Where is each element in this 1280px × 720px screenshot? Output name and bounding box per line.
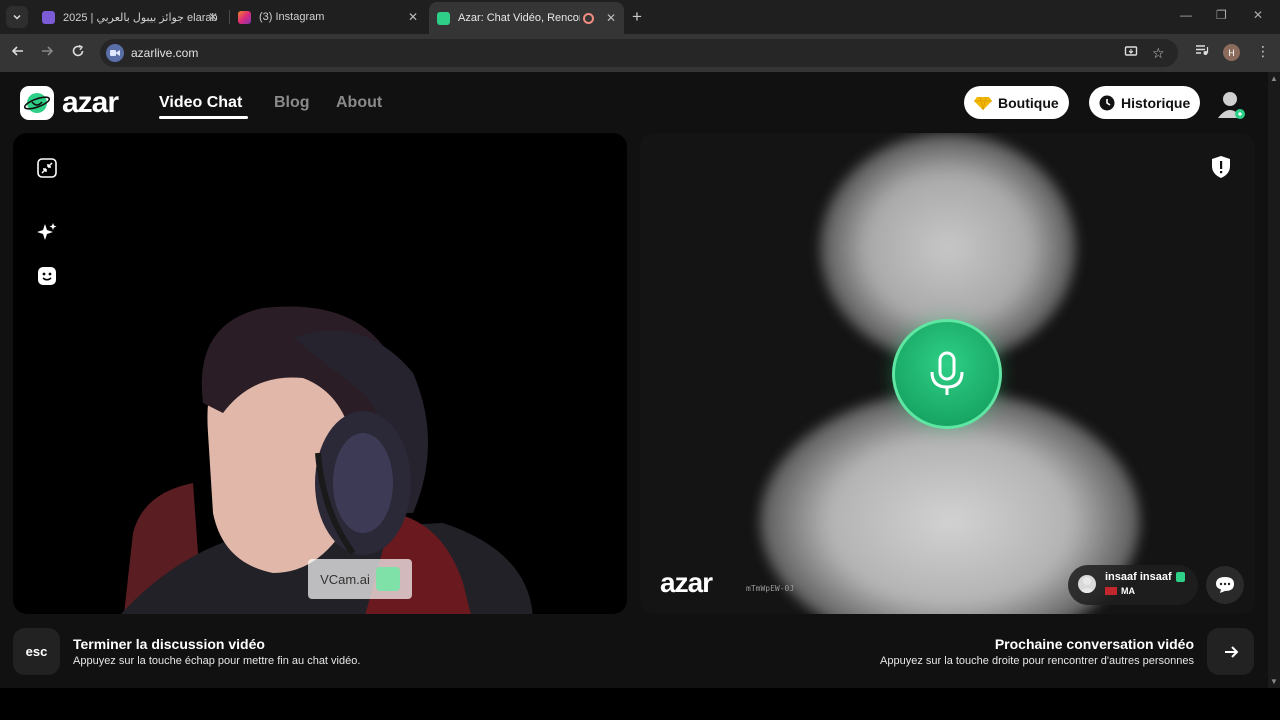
browser-tab-bar: جوائز بيبول بالعربي | 2025 elarabi ✕ (3)… — [0, 0, 1280, 34]
esc-key-label: esc — [25, 644, 48, 659]
site-info-icon[interactable] — [106, 44, 124, 62]
peer-country: MA — [1105, 586, 1135, 596]
end-chat-esc-button[interactable]: esc — [13, 628, 60, 675]
tab-title: (3) Instagram — [259, 11, 325, 23]
peer-info-chip[interactable]: insaaf insaaf MA — [1068, 565, 1198, 605]
minimize-button[interactable]: — — [1180, 8, 1192, 22]
sparkle-icon — [37, 223, 57, 240]
scroll-up-icon[interactable]: ▲ — [1270, 74, 1278, 83]
instagram-favicon-icon — [238, 10, 251, 24]
historique-label: Historique — [1121, 94, 1191, 111]
recording-icon — [583, 13, 594, 24]
local-video-panel: VCam.ai — [13, 133, 627, 614]
gem-icon — [974, 96, 992, 110]
boutique-button[interactable]: Boutique — [964, 86, 1069, 119]
browser-menu-button[interactable]: ⋮ — [1256, 43, 1270, 60]
arrow-left-icon — [11, 46, 23, 56]
verified-badge-icon — [1175, 572, 1185, 583]
screen-bottom-strip — [0, 688, 1280, 720]
vcam-watermark: VCam.ai — [308, 559, 412, 599]
microphone-icon — [930, 351, 964, 395]
vcam-logo-icon — [375, 567, 400, 591]
playlist-icon — [1196, 45, 1209, 55]
morocco-flag-icon — [1105, 587, 1117, 595]
azar-logo[interactable]: azar — [20, 86, 119, 120]
forward-button[interactable] — [40, 44, 54, 62]
report-shield-icon[interactable] — [1210, 155, 1232, 179]
restore-button[interactable]: ❐ — [1216, 8, 1227, 22]
profile-initial: H — [1228, 47, 1235, 58]
arrow-right-icon — [42, 46, 54, 56]
page-scrollbar[interactable]: ▲ ▼ — [1268, 72, 1280, 688]
media-controls-icon[interactable] — [1195, 43, 1209, 60]
shrink-view-button[interactable] — [35, 156, 59, 180]
user-avatar-icon — [1218, 92, 1245, 119]
new-tab-button[interactable]: + — [632, 7, 642, 27]
close-tab-icon[interactable]: ✕ — [208, 10, 218, 24]
user-profile-button[interactable] — [1214, 88, 1246, 120]
remote-video-panel: azar mTmWpEW-0J insaaf insaaf MA — [640, 133, 1255, 614]
next-chat-button[interactable] — [1207, 628, 1254, 675]
profile-avatar[interactable]: H — [1223, 44, 1240, 61]
chevron-down-icon — [13, 14, 21, 20]
install-app-icon[interactable] — [1124, 45, 1138, 62]
browser-tab-instagram[interactable]: (3) Instagram ✕ — [230, 4, 426, 30]
chat-button[interactable] — [1206, 566, 1244, 604]
microphone-button[interactable] — [892, 319, 1002, 429]
screen-icon — [1124, 46, 1138, 56]
end-chat-subtitle: Appuyez sur la touche échap pour mettre … — [73, 655, 361, 667]
effects-button[interactable] — [35, 220, 59, 244]
nav-active-underline — [159, 116, 248, 119]
vcam-watermark-text: VCam.ai — [320, 571, 370, 587]
close-tab-icon[interactable]: ✕ — [606, 11, 616, 25]
peer-avatar-icon — [1078, 575, 1096, 593]
nav-blog[interactable]: Blog — [274, 94, 310, 112]
browser-tab-elarabi[interactable]: جوائز بيبول بالعربي | 2025 elarabi ✕ — [34, 4, 226, 30]
peer-name: insaaf insaaf — [1105, 571, 1185, 583]
browser-tab-azar[interactable]: Azar: Chat Vidéo, Rencontr ✕ — [429, 2, 624, 34]
peer-country-code: MA — [1121, 586, 1135, 596]
azar-video-watermark: azar — [660, 567, 713, 598]
scroll-down-icon[interactable]: ▼ — [1270, 677, 1278, 686]
tab-title: جوائز بيبول بالعربي | 2025 elarabi — [63, 11, 218, 24]
azar-mark-icon — [24, 93, 50, 113]
next-chat-subtitle: Appuyez sur la touche droite pour rencon… — [880, 655, 1194, 667]
chat-bubble-icon — [1216, 577, 1234, 593]
minimize-arrows-icon — [37, 158, 57, 178]
logo-wordmark: azar — [62, 86, 119, 119]
end-chat-title: Terminer la discussion vidéo — [73, 636, 265, 652]
tab-title: Azar: Chat Vidéo, Rencontr — [458, 12, 580, 24]
close-tab-icon[interactable]: ✕ — [408, 10, 418, 24]
azar-watermark-code: mTmWpEW-0J — [746, 584, 795, 593]
next-chat-title: Prochaine conversation vidéo — [994, 636, 1194, 652]
azar-logo-icon — [20, 86, 54, 120]
close-window-button[interactable]: ✕ — [1253, 8, 1263, 22]
smiley-icon — [38, 267, 56, 285]
nav-video-chat[interactable]: Video Chat — [159, 94, 242, 112]
nav-about[interactable]: About — [336, 94, 382, 112]
face-filter-button[interactable] — [35, 264, 59, 288]
clock-icon — [1099, 95, 1115, 110]
boutique-label: Boutique — [998, 94, 1059, 111]
address-bar[interactable]: azarlive.com ☆ — [100, 39, 1178, 67]
back-button[interactable] — [11, 44, 25, 62]
reload-icon — [72, 44, 84, 57]
peer-name-text: insaaf insaaf — [1105, 571, 1172, 583]
azar-page: azar Video Chat Blog About Boutique Hist… — [0, 72, 1268, 688]
elarabi-favicon-icon — [42, 10, 55, 24]
tab-search-button[interactable] — [6, 6, 28, 28]
reload-button[interactable] — [71, 44, 85, 62]
arrow-right-icon — [1224, 645, 1238, 658]
url-text: azarlive.com — [131, 46, 199, 60]
camera-icon — [110, 50, 120, 56]
bookmark-star-icon[interactable]: ☆ — [1152, 45, 1165, 62]
browser-toolbar: azarlive.com ☆ H ⋮ — [0, 34, 1280, 72]
azar-favicon-icon — [437, 11, 450, 25]
historique-button[interactable]: Historique — [1089, 86, 1201, 119]
